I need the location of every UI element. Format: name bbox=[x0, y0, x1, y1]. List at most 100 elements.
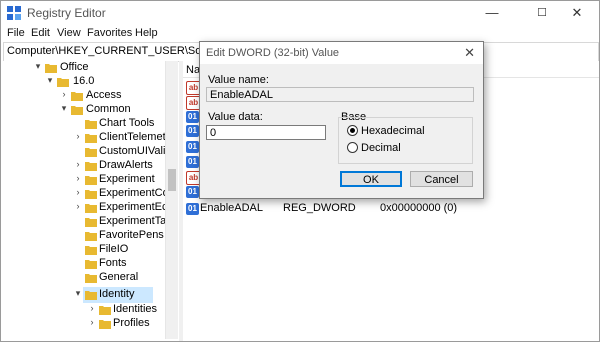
chevron-right-icon[interactable]: › bbox=[73, 201, 83, 211]
tree-item-label: ClientTelemetry bbox=[99, 131, 175, 143]
chevron-down-icon[interactable]: ▾ bbox=[33, 61, 43, 72]
chevron-right-icon[interactable]: › bbox=[73, 159, 83, 169]
tree-item-office[interactable]: ▾ Office bbox=[3, 61, 163, 75]
tree-item-general[interactable]: General bbox=[3, 271, 163, 285]
folder-icon bbox=[85, 274, 97, 283]
tree-item-label: ExperimentEcs bbox=[99, 201, 173, 213]
folder-icon bbox=[99, 320, 111, 329]
dword-value-icon: 01 bbox=[186, 203, 199, 215]
close-button[interactable]: ✕ bbox=[556, 1, 598, 25]
value-name: EnableADAL bbox=[200, 202, 263, 214]
tree-item-identity[interactable]: ▾ Identity bbox=[3, 288, 163, 302]
dialog-title-bar: Edit DWORD (32-bit) Value ✕ bbox=[200, 42, 483, 64]
value-row[interactable]: 01 EnableADAL REG_DWORD 0x00000000 (0) bbox=[183, 202, 599, 216]
tree-item-label: 16.0 bbox=[73, 75, 95, 87]
close-icon[interactable]: ✕ bbox=[464, 45, 475, 61]
tree-item-drawalerts[interactable]: › DrawAlerts bbox=[3, 159, 163, 173]
chevron-down-icon[interactable]: ▾ bbox=[45, 75, 55, 86]
column-name[interactable]: Na bbox=[186, 64, 200, 76]
value-name-field: EnableADAL bbox=[206, 87, 474, 102]
registry-app-icon bbox=[7, 6, 21, 20]
value-name-label: Value name: bbox=[208, 74, 269, 86]
binary-value-icon: 01 bbox=[186, 111, 199, 123]
folder-icon bbox=[85, 204, 97, 213]
folder-icon bbox=[85, 246, 97, 255]
edit-dword-dialog: Edit DWORD (32-bit) Value ✕ Value name: … bbox=[199, 41, 484, 199]
tree-item-chart-tools[interactable]: Chart Tools bbox=[3, 117, 163, 131]
decimal-radio[interactable] bbox=[347, 142, 358, 153]
tree-item-fonts[interactable]: Fonts bbox=[3, 257, 163, 271]
value-data-input[interactable]: 0 bbox=[206, 125, 326, 140]
ok-button[interactable]: OK bbox=[340, 171, 402, 187]
folder-icon bbox=[85, 260, 97, 269]
menu-bar: File Edit View Favorites Help bbox=[1, 25, 599, 41]
tree-item-common[interactable]: ▾ Common bbox=[3, 103, 163, 117]
chevron-right-icon[interactable]: › bbox=[73, 131, 83, 141]
folder-icon bbox=[85, 190, 97, 199]
registry-editor-window: Registry Editor — ☐ ✕ File Edit View Fav… bbox=[0, 0, 600, 342]
hexadecimal-label[interactable]: Hexadecimal bbox=[361, 125, 425, 137]
cancel-button[interactable]: Cancel bbox=[410, 171, 473, 187]
binary-value-icon: 01 bbox=[186, 141, 199, 153]
binary-value-icon: 01 bbox=[186, 125, 199, 137]
tree-item-experimenttas[interactable]: ExperimentTas bbox=[3, 215, 172, 229]
folder-icon bbox=[99, 306, 111, 315]
binary-value-icon: 01 bbox=[186, 186, 199, 198]
tree-item-label: Profiles bbox=[113, 317, 150, 329]
folder-icon bbox=[85, 148, 97, 157]
folder-icon bbox=[85, 232, 97, 241]
tree-item-label: Fonts bbox=[99, 257, 127, 269]
folder-open-icon bbox=[85, 291, 97, 300]
scrollbar-thumb[interactable] bbox=[168, 169, 176, 191]
menu-favorites[interactable]: Favorites bbox=[87, 27, 132, 39]
menu-view[interactable]: View bbox=[57, 27, 81, 39]
folder-icon bbox=[71, 92, 83, 101]
chevron-down-icon[interactable]: ▾ bbox=[73, 288, 83, 299]
decimal-label[interactable]: Decimal bbox=[361, 142, 401, 154]
folder-icon bbox=[45, 64, 57, 73]
chevron-right-icon[interactable]: › bbox=[59, 89, 69, 99]
value-data-label: Value data: bbox=[208, 111, 263, 123]
tree-item-label: Common bbox=[86, 103, 131, 115]
hexadecimal-radio[interactable] bbox=[347, 125, 358, 136]
tree-item-label: Chart Tools bbox=[99, 117, 155, 129]
tree-item-experimentecs[interactable]: › ExperimentEcs bbox=[3, 201, 173, 215]
tree-item-fileio[interactable]: FileIO bbox=[3, 243, 163, 257]
window-title: Registry Editor bbox=[27, 6, 106, 20]
folder-icon bbox=[85, 120, 97, 129]
tree-item-label: Identities bbox=[113, 303, 158, 315]
folder-icon bbox=[85, 218, 97, 227]
tree-item-label: Access bbox=[86, 89, 122, 101]
tree-item-label: FavoritePens bbox=[99, 229, 164, 241]
minimize-button[interactable]: — bbox=[471, 1, 513, 25]
tree-item-identities[interactable]: › Identities bbox=[3, 303, 163, 317]
tree-item-label: General bbox=[99, 271, 139, 283]
value-type: REG_DWORD bbox=[283, 202, 356, 214]
folder-icon bbox=[85, 176, 97, 185]
tree-scrollbar[interactable] bbox=[165, 61, 178, 339]
folder-icon bbox=[57, 78, 69, 87]
tree-item-profiles[interactable]: › Profiles bbox=[3, 317, 163, 331]
menu-file[interactable]: File bbox=[7, 27, 25, 39]
value-data: 0x00000000 (0) bbox=[380, 202, 458, 214]
chevron-right-icon[interactable]: › bbox=[73, 173, 83, 183]
tree-item-access[interactable]: › Access bbox=[3, 89, 163, 103]
tree-item-experimentconfi[interactable]: › ExperimentConfi bbox=[3, 187, 177, 201]
chevron-down-icon[interactable]: ▾ bbox=[59, 103, 69, 114]
tree-item-customuivalidat[interactable]: CustomUIValidat bbox=[3, 145, 177, 159]
tree-item-clienttelemetry[interactable]: › ClientTelemetry bbox=[3, 131, 175, 145]
menu-help[interactable]: Help bbox=[135, 27, 158, 39]
menu-edit[interactable]: Edit bbox=[31, 27, 50, 39]
tree-item-label: Experiment bbox=[99, 173, 155, 185]
tree-item-label: FileIO bbox=[99, 243, 129, 255]
tree-item-favoritepens[interactable]: FavoritePens bbox=[3, 229, 164, 243]
tree-item-label: ExperimentTas bbox=[99, 215, 172, 227]
binary-value-icon: 01 bbox=[186, 156, 199, 168]
tree-item-label: Office bbox=[60, 61, 89, 73]
chevron-right-icon[interactable]: › bbox=[87, 303, 97, 313]
chevron-right-icon[interactable]: › bbox=[73, 187, 83, 197]
chevron-right-icon[interactable]: › bbox=[87, 317, 97, 327]
tree-item-16-0[interactable]: ▾ 16.0 bbox=[3, 75, 163, 89]
folder-icon bbox=[85, 134, 97, 143]
tree-item-experiment[interactable]: › Experiment bbox=[3, 173, 163, 187]
